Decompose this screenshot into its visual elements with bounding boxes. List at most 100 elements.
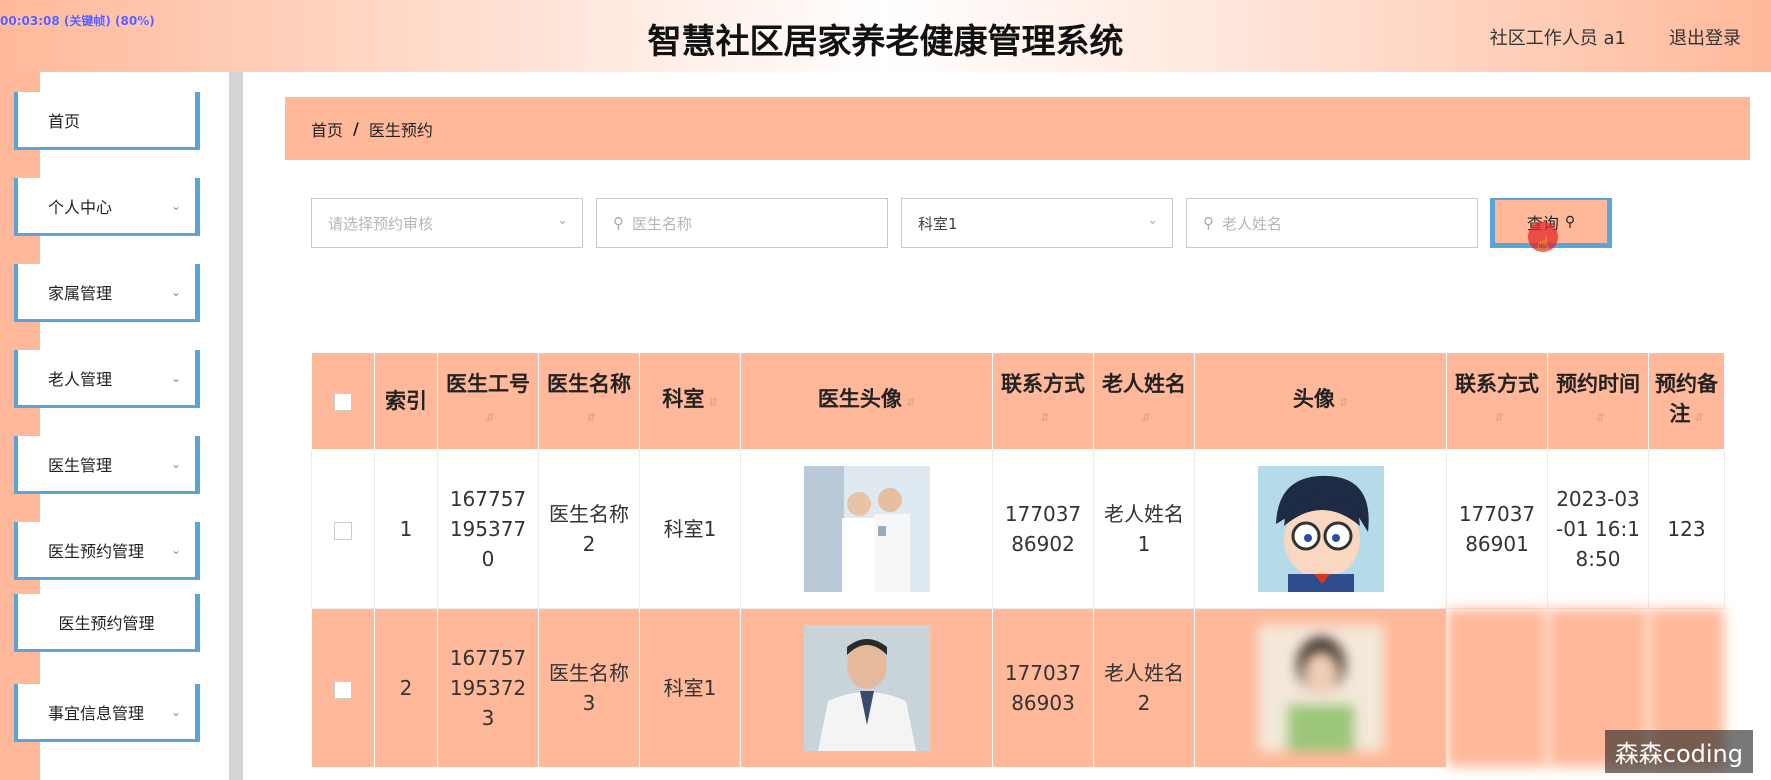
cell-elder-name: 老人姓名1 <box>1093 449 1195 609</box>
col-header-doctor-id[interactable]: 医生工号⇵ <box>437 352 539 450</box>
sort-icon[interactable]: ⇵ <box>1141 411 1150 424</box>
cell-elder-avatar <box>1194 449 1447 609</box>
table-row: 2 1677571953723 医生名称3 科室1 17703786903 老人… <box>311 608 1725 768</box>
sidebar-divider <box>229 72 243 780</box>
checkbox-icon[interactable] <box>334 680 352 699</box>
elder-avatar-image[interactable] <box>1257 625 1384 751</box>
doctor-name-input[interactable]: ⚲ 医生名称 <box>596 198 888 248</box>
chevron-down-icon: ⌄ <box>170 199 181 213</box>
sort-icon[interactable]: ⇵ <box>1694 411 1703 424</box>
col-header-doctor-avatar[interactable]: 医生头像 ⇵ <box>740 352 993 450</box>
sort-icon[interactable]: ⇵ <box>1595 411 1604 424</box>
cell-department: 科室1 <box>639 608 741 768</box>
row-checkbox[interactable] <box>311 608 375 768</box>
chevron-down-icon: ⌄ <box>170 285 181 299</box>
sidebar-item-label: 家属管理 <box>48 283 113 303</box>
sort-icon[interactable]: ⇵ <box>906 396 915 409</box>
sidebar-item-profile[interactable]: 个人中心 ⌄ <box>14 178 200 236</box>
appointment-table: 索引 医生工号⇵ 医生名称⇵ 科室 ⇵ 医生头像 ⇵ 联系方式⇵ 老人姓名⇵ 头像 ⇵… <box>311 352 1725 768</box>
col-header-index[interactable]: 索引 <box>374 352 438 450</box>
doctor-photo-image[interactable] <box>803 466 930 592</box>
cell-index: 1 <box>374 449 438 609</box>
cell-doctor-id: 1677571953770 <box>437 449 539 609</box>
search-icon: ⚲ <box>1203 214 1214 232</box>
col-header-department[interactable]: 科室 ⇵ <box>639 352 741 450</box>
cell-appointment-note: 123 <box>1648 449 1725 609</box>
cell-elder-phone: 17703786901 <box>1446 449 1548 609</box>
department-value: 科室1 <box>918 214 958 233</box>
breadcrumb-separator: / <box>353 119 359 138</box>
breadcrumb-current: 医生预约 <box>368 120 433 140</box>
sort-icon[interactable]: ⇵ <box>1494 411 1503 424</box>
cell-elder-phone <box>1446 608 1548 768</box>
sidebar-item-label: 事宜信息管理 <box>48 703 145 723</box>
col-header-elder-avatar[interactable]: 头像 ⇵ <box>1194 352 1447 450</box>
cell-doctor-name: 医生名称2 <box>538 449 640 609</box>
checkbox-icon[interactable] <box>334 521 352 540</box>
sidebar-item-label: 老人管理 <box>48 369 113 389</box>
col-header-elder-phone[interactable]: 联系方式⇵ <box>1446 352 1548 450</box>
sidebar-item-affairs[interactable]: 事宜信息管理 ⌄ <box>14 684 200 742</box>
col-header-appointment-note[interactable]: 预约备注 ⇵ <box>1648 352 1725 450</box>
cell-department: 科室1 <box>639 449 741 609</box>
cell-doctor-phone: 17703786902 <box>992 449 1094 609</box>
search-icon: ⚲ <box>613 214 624 232</box>
sidebar-item-appointment[interactable]: 医生预约管理 ⌄ <box>14 522 200 580</box>
col-header-doctor-name[interactable]: 医生名称⇵ <box>538 352 640 450</box>
chevron-down-icon: ⌄ <box>1147 213 1158 228</box>
cell-doctor-avatar <box>740 608 993 768</box>
sidebar-item-family[interactable]: 家属管理 ⌄ <box>14 264 200 322</box>
chevron-down-icon: ⌄ <box>557 213 568 228</box>
sidebar-subitem-appointment-manage[interactable]: 医生预约管理 <box>14 594 200 652</box>
col-header-elder-name[interactable]: 老人姓名⇵ <box>1093 352 1195 450</box>
cell-doctor-id: 1677571953723 <box>437 608 539 768</box>
breadcrumb-home[interactable]: 首页 <box>311 117 343 141</box>
cell-index: 2 <box>374 608 438 768</box>
doctor-photo-image[interactable] <box>803 625 930 751</box>
sort-icon[interactable]: ⇵ <box>708 396 717 409</box>
chevron-down-icon: ⌄ <box>170 705 181 719</box>
cell-appointment-time: 2023-03-01 16:18:50 <box>1547 449 1649 609</box>
top-header: 00:03:08 (关键帧) (80%) 智慧社区居家养老健康管理系统 社区工作… <box>0 0 1771 72</box>
checkbox-icon[interactable] <box>334 393 352 411</box>
sidebar-item-label: 医生管理 <box>48 455 113 475</box>
doctor-name-placeholder: 医生名称 <box>632 214 693 233</box>
sidebar-item-label: 首页 <box>48 111 81 131</box>
cell-doctor-phone: 17703786903 <box>992 608 1094 768</box>
audit-status-select[interactable]: 请选择预约审核 ⌄ <box>311 198 583 248</box>
cell-doctor-name: 医生名称3 <box>538 608 640 768</box>
chevron-up-icon: ⌄ <box>170 543 181 557</box>
sort-icon[interactable]: ⇵ <box>485 411 494 424</box>
department-select[interactable]: 科室1 ⌄ <box>901 198 1173 248</box>
sort-icon[interactable]: ⇵ <box>586 411 595 424</box>
cell-doctor-avatar <box>740 449 993 609</box>
hand-cursor-icon: ☝ <box>1537 232 1550 256</box>
sort-icon[interactable]: ⇵ <box>1339 396 1348 409</box>
col-header-appointment-time[interactable]: 预约时间⇵ <box>1547 352 1649 450</box>
table-header-row: 索引 医生工号⇵ 医生名称⇵ 科室 ⇵ 医生头像 ⇵ 联系方式⇵ 老人姓名⇵ 头像 ⇵… <box>311 352 1725 450</box>
elder-avatar-image[interactable] <box>1257 466 1384 592</box>
chevron-down-icon: ⌄ <box>170 371 181 385</box>
elder-name-input[interactable]: ⚲ 老人姓名 <box>1186 198 1478 248</box>
elder-name-placeholder: 老人姓名 <box>1222 214 1283 233</box>
chevron-down-icon: ⌄ <box>170 457 181 471</box>
user-role-label: 社区工作人员 a1 <box>1489 28 1626 49</box>
search-icon: ⚲ <box>1564 213 1576 230</box>
breadcrumb: 首页 / 医生预约 <box>285 97 1750 160</box>
sort-icon[interactable]: ⇵ <box>1040 411 1049 424</box>
watermark: 森森coding <box>1604 730 1753 773</box>
sidebar-item-home[interactable]: 首页 <box>14 92 200 150</box>
sidebar-item-label: 医生预约管理 <box>58 613 155 633</box>
audit-status-placeholder: 请选择预约审核 <box>328 214 434 233</box>
col-header-doctor-phone[interactable]: 联系方式⇵ <box>992 352 1094 450</box>
row-checkbox[interactable] <box>311 449 375 609</box>
sidebar-item-label: 医生预约管理 <box>48 541 145 561</box>
cell-elder-avatar <box>1194 608 1447 768</box>
cell-elder-name: 老人姓名2 <box>1093 608 1195 768</box>
sidebar-item-doctor[interactable]: 医生管理 ⌄ <box>14 436 200 494</box>
sidebar-item-label: 个人中心 <box>48 197 113 217</box>
select-all-checkbox[interactable] <box>311 352 375 450</box>
sidebar-item-elderly[interactable]: 老人管理 ⌄ <box>14 350 200 408</box>
logout-link[interactable]: 退出登录 <box>1669 24 1741 50</box>
table-row: 1 1677571953770 医生名称2 科室1 17703786902 老人… <box>311 449 1725 609</box>
